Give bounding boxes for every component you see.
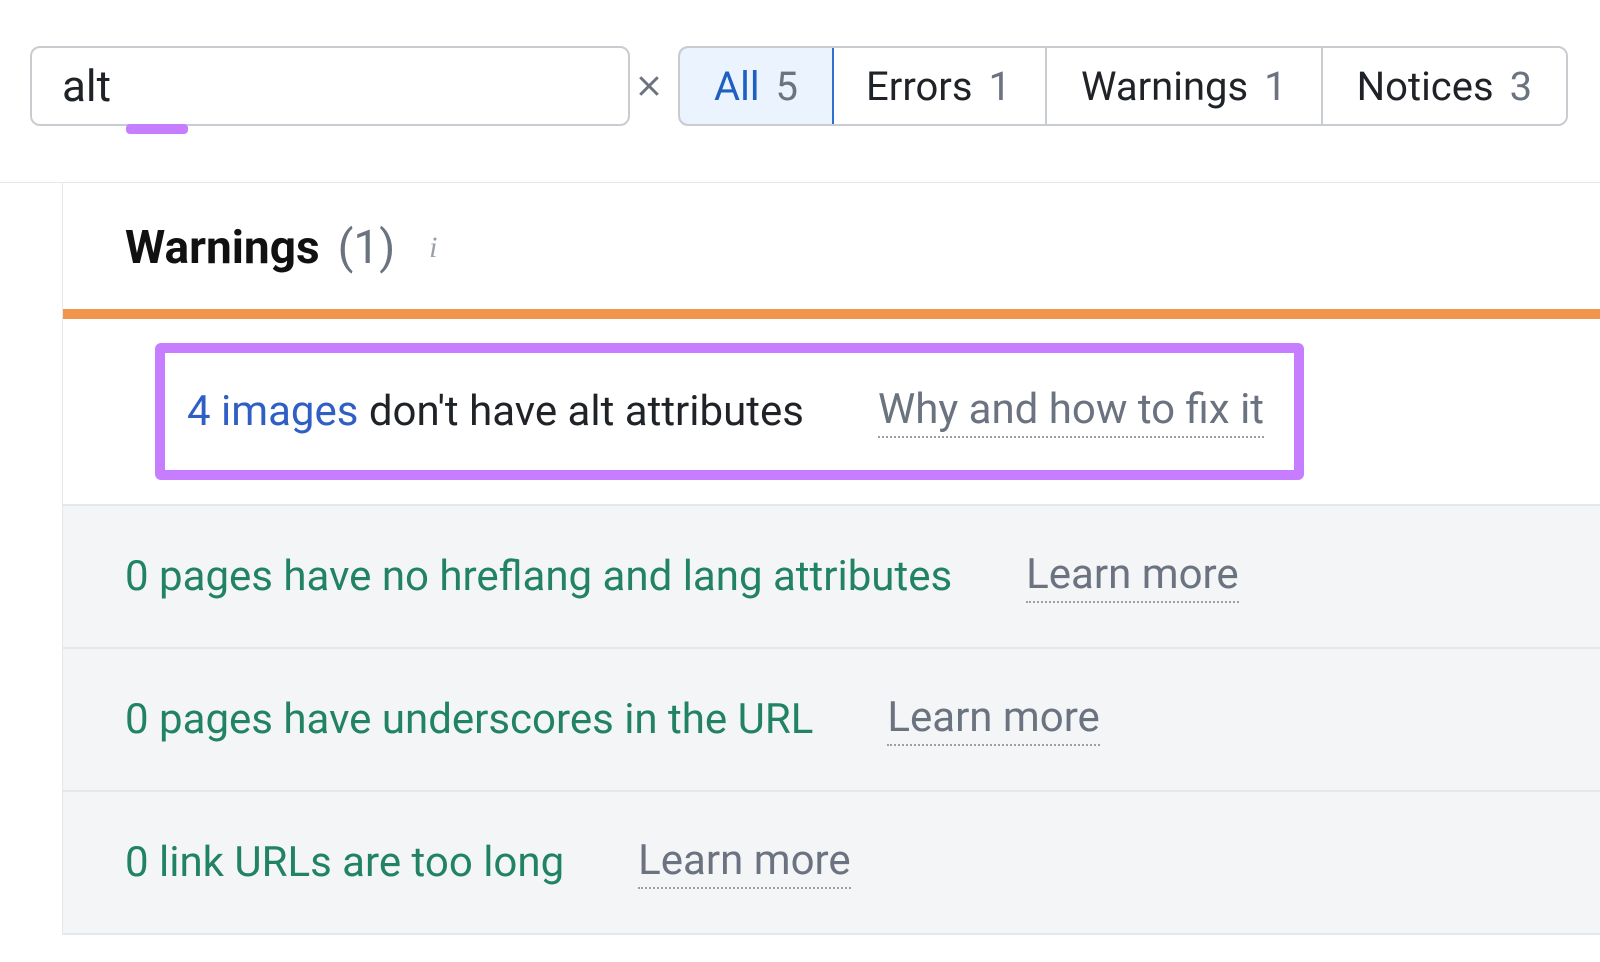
filter-tabs: All 5 Errors 1 Warnings 1 Notices 3 — [678, 46, 1568, 126]
section-count: (1) — [338, 221, 396, 275]
issue-highlight-box: 4 images don't have alt attributes Why a… — [155, 343, 1304, 480]
tab-count: 3 — [1510, 63, 1532, 110]
tab-errors[interactable]: Errors 1 — [832, 48, 1047, 124]
learn-more-link[interactable]: Learn more — [638, 836, 850, 889]
search-wrap — [30, 46, 630, 126]
info-icon[interactable]: i — [419, 234, 447, 262]
issue-row: 4 images don't have alt attributes Why a… — [63, 319, 1600, 506]
issue-count-link[interactable]: 0 link URLs are too long — [125, 838, 564, 887]
issue-row: 0 pages have no hreflang and lang attrib… — [63, 506, 1600, 649]
toolbar: All 5 Errors 1 Warnings 1 Notices 3 — [0, 0, 1600, 183]
learn-more-link[interactable]: Learn more — [887, 693, 1099, 746]
clear-search-button[interactable] — [634, 69, 664, 103]
issue-row: 0 pages have underscores in the URL Lear… — [63, 649, 1600, 792]
issue-count-link[interactable]: 0 pages have no hreflang and lang attrib… — [125, 552, 952, 601]
issue-count-link[interactable]: 0 pages have underscores in the URL — [125, 695, 813, 744]
tab-label: Errors — [866, 63, 972, 110]
section-header-warnings: Warnings (1) i — [63, 183, 1600, 319]
tab-warnings[interactable]: Warnings 1 — [1047, 48, 1323, 124]
learn-more-link[interactable]: Learn more — [1026, 550, 1238, 603]
tab-all[interactable]: All 5 — [678, 46, 834, 126]
tab-count: 5 — [776, 63, 798, 110]
issues-panel: Warnings (1) i 4 images don't have alt a… — [62, 183, 1600, 935]
tab-label: All — [714, 63, 760, 110]
issue-text-group: 4 images don't have alt attributes — [187, 387, 804, 436]
search-input[interactable] — [62, 60, 620, 112]
search-box[interactable] — [30, 46, 630, 126]
issue-count-link[interactable]: 4 images — [187, 387, 358, 436]
close-icon — [634, 71, 664, 101]
section-title: Warnings — [125, 221, 320, 275]
issue-description: don't have alt attributes — [358, 387, 803, 436]
tab-label: Warnings — [1081, 63, 1248, 110]
tab-count: 1 — [1264, 63, 1286, 110]
tab-label: Notices — [1357, 63, 1494, 110]
tab-count: 1 — [989, 63, 1011, 110]
tab-notices[interactable]: Notices 3 — [1323, 48, 1566, 124]
issue-row: 0 link URLs are too long Learn more — [63, 792, 1600, 935]
why-and-how-link[interactable]: Why and how to fix it — [878, 385, 1264, 438]
